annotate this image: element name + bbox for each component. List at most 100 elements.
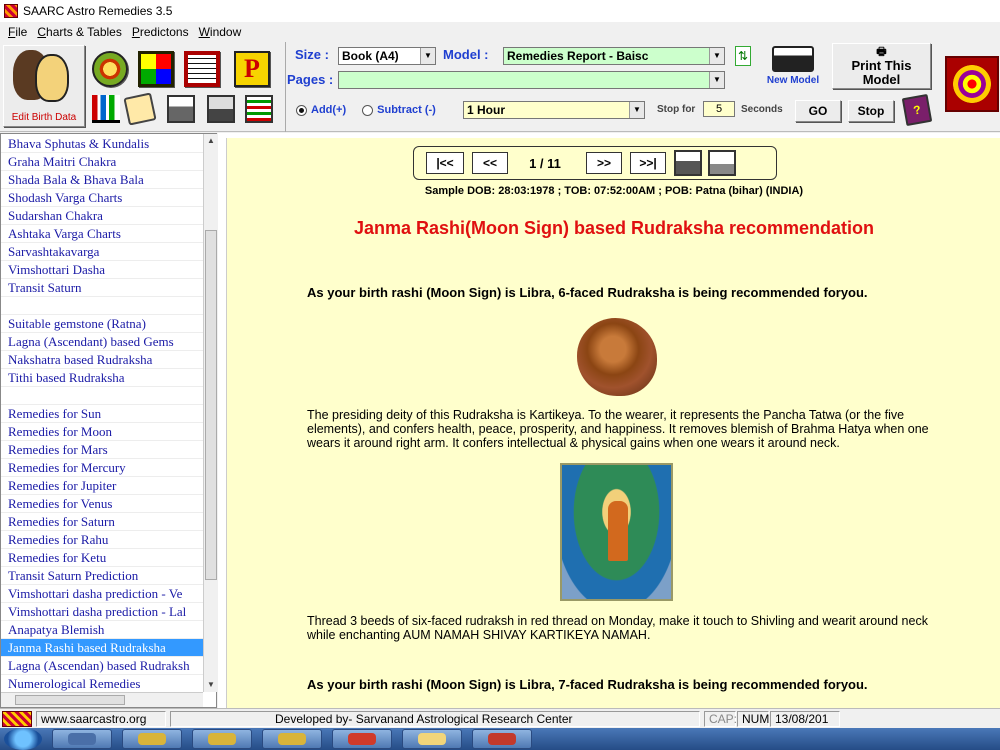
add-radio[interactable] (296, 104, 307, 116)
sidebar-item[interactable]: Sarvashtakavarga (1, 243, 203, 261)
edit-birth-data-button[interactable]: Edit Birth Data (3, 45, 85, 127)
menu-file[interactable]: File (3, 25, 32, 39)
subtract-label: Subtract (-) (377, 104, 436, 116)
sidebar-item[interactable]: Transit Saturn Prediction (1, 567, 203, 585)
new-model-button[interactable]: New Model (764, 44, 822, 90)
start-icon[interactable] (4, 728, 42, 750)
sidebar-item[interactable]: Bhava Sphutas & Kundalis (1, 135, 203, 153)
interval-select[interactable]: 1 Hour ▼ (463, 101, 645, 119)
taskbar-button-mandala[interactable] (472, 729, 532, 749)
subtract-radio[interactable] (362, 104, 374, 116)
bar-chart-icon[interactable] (92, 95, 120, 123)
sidebar-item[interactable]: Remedies for Venus (1, 495, 203, 513)
toolbar: Edit Birth Data P Size : Book (A4) ▼ Mod… (0, 42, 1000, 132)
horizontal-scrollbar[interactable] (1, 692, 203, 707)
help-book-icon[interactable]: ? (901, 93, 933, 127)
sidebar-item[interactable]: Anapatya Blemish (1, 621, 203, 639)
next-page-button[interactable]: >> (586, 152, 622, 174)
print-icon[interactable] (207, 95, 235, 123)
sidebar-item[interactable]: Vimshottari dasha prediction - Ve (1, 585, 203, 603)
chevron-down-icon[interactable]: ▼ (709, 48, 724, 64)
recommendation-6-faced: As your birth rashi (Moon Sign) is Libra… (307, 285, 868, 300)
grid-chart-icon[interactable] (138, 51, 174, 87)
edit-birth-data-label: Edit Birth Data (11, 112, 77, 123)
model-select[interactable]: Remedies Report - Baisc ▼ (503, 47, 725, 65)
sidebar-item[interactable]: Graha Maitri Chakra (1, 153, 203, 171)
menu-window[interactable]: Window (194, 25, 247, 39)
chevron-down-icon[interactable]: ▼ (420, 48, 435, 64)
new-model-label: New Model (766, 75, 820, 86)
sidebar-item[interactable]: Tithi based Rudraksha (1, 369, 203, 387)
taskbar-button-pen[interactable] (52, 729, 112, 749)
edit-birth-data-icon (9, 46, 79, 110)
website-link[interactable]: www.saarcastro.org (36, 710, 166, 727)
chevron-down-icon[interactable]: ▼ (629, 102, 644, 118)
taskbar-button-key-2[interactable] (192, 729, 252, 749)
book-open-icon[interactable] (123, 92, 157, 126)
sidebar-item[interactable]: Remedies for Sun (1, 405, 203, 423)
rudraksha-image (577, 318, 657, 396)
printer-icon (772, 46, 814, 72)
status-bar: www.saarcastro.org Developed by- Sarvana… (0, 708, 1000, 728)
pages-select[interactable]: ▼ (338, 71, 725, 89)
p-icon[interactable]: P (234, 51, 270, 87)
refresh-icon[interactable]: ⇅ (735, 46, 751, 66)
sidebar-item[interactable]: Remedies for Moon (1, 423, 203, 441)
mandala-icon (488, 733, 516, 745)
taskbar-button-key-1[interactable] (122, 729, 182, 749)
print-this-model-button[interactable]: 🖶 Print This Model (832, 43, 931, 89)
table-icon[interactable] (184, 51, 220, 87)
menu-charts-tables[interactable]: Charts & Tables (32, 25, 127, 39)
sidebar-item[interactable]: Remedies for Ketu (1, 549, 203, 567)
sidebar-item[interactable]: Ashtaka Varga Charts (1, 225, 203, 243)
first-page-button[interactable]: |<< (426, 152, 464, 174)
sidebar-item[interactable]: Remedies for Rahu (1, 531, 203, 549)
sidebar-item[interactable]: Sudarshan Chakra (1, 207, 203, 225)
mode-radio-group: Add(+) Subtract (-) (296, 104, 448, 116)
sidebar-item[interactable]: Vimshottari Dasha (1, 261, 203, 279)
print-setup-icon[interactable] (708, 150, 736, 176)
color-list-icon[interactable] (245, 95, 273, 123)
sidebar-item[interactable]: Suitable gemstone (Ratna) (1, 315, 203, 333)
sidebar-item[interactable]: Lagna (Ascendan) based Rudraksh (1, 657, 203, 675)
om-icon[interactable] (92, 51, 128, 87)
sidebar-item[interactable]: Transit Saturn (1, 279, 203, 297)
sidebar-item[interactable]: Remedies for Saturn (1, 513, 203, 531)
key-icon (208, 733, 236, 745)
sidebar-item[interactable]: Remedies for Mars (1, 441, 203, 459)
sidebar-item[interactable]: Shada Bala & Bhava Bala (1, 171, 203, 189)
sidebar-item[interactable]: Nakshatra based Rudraksha (1, 351, 203, 369)
stop-button[interactable]: Stop (848, 100, 894, 122)
size-select[interactable]: Book (A4) ▼ (338, 47, 436, 65)
sidebar-item[interactable]: Lagna (Ascendant) based Gems (1, 333, 203, 351)
sidebar-item[interactable]: Remedies for Jupiter (1, 477, 203, 495)
scroll-thumb[interactable] (205, 230, 217, 580)
taskbar-button-folder[interactable] (402, 729, 462, 749)
scroll-up-icon[interactable]: ▲ (204, 134, 218, 148)
sidebar-item[interactable]: Remedies for Mercury (1, 459, 203, 477)
status-date: 13/08/201 (770, 710, 840, 727)
page-count: 1 / 11 (529, 155, 561, 171)
mandala-icon[interactable] (945, 56, 999, 112)
print-icon[interactable] (674, 150, 702, 176)
menu-predictions[interactable]: Predictons (127, 25, 194, 39)
vertical-scrollbar[interactable]: ▲ ▼ (203, 134, 217, 692)
prev-page-button[interactable]: << (472, 152, 508, 174)
interval-value: 1 Hour (467, 103, 506, 117)
chevron-down-icon[interactable]: ▼ (709, 72, 724, 88)
model-label: Model : (443, 47, 489, 62)
taskbar-button-app[interactable] (332, 729, 392, 749)
stop-for-input[interactable]: 5 (703, 101, 735, 117)
scroll-down-icon[interactable]: ▼ (204, 678, 218, 692)
pager: |<< << 1 / 11 >> >>| (413, 146, 777, 180)
go-button[interactable]: GO (795, 100, 841, 122)
taskbar-button-key-3[interactable] (262, 729, 322, 749)
hscroll-thumb[interactable] (15, 695, 125, 705)
sidebar-item[interactable]: Shodash Varga Charts (1, 189, 203, 207)
sidebar-item[interactable]: Janma Rashi based Rudraksha (1, 639, 203, 657)
sidebar-item[interactable]: Numerological Remedies (1, 675, 203, 692)
sidebar-item[interactable]: Vimshottari dasha prediction - Lal (1, 603, 203, 621)
last-page-button[interactable]: >>| (630, 152, 666, 174)
printer-icon[interactable] (167, 95, 195, 123)
recommendation-7-faced: As your birth rashi (Moon Sign) is Libra… (307, 677, 868, 692)
